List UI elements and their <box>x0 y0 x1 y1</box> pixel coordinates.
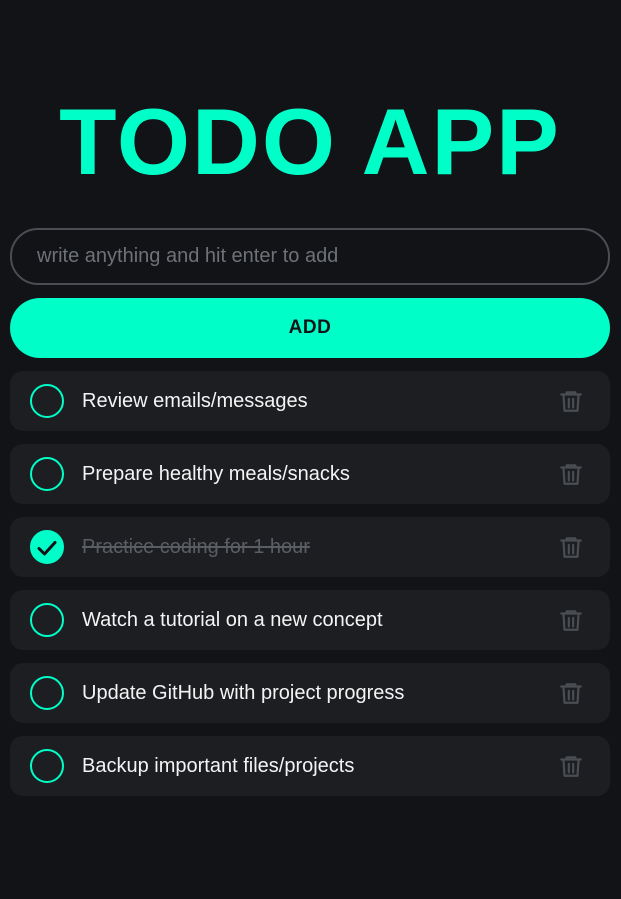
todo-item[interactable]: Watch a tutorial on a new concept <box>10 590 610 650</box>
page-title: TODO APP <box>59 89 561 194</box>
unchecked-circle-icon[interactable] <box>30 676 64 710</box>
todo-item[interactable]: Prepare healthy meals/snacks <box>10 444 610 504</box>
todo-item-label: Update GitHub with project progress <box>82 682 405 704</box>
trash-icon[interactable] <box>558 680 584 706</box>
checked-circle-icon[interactable] <box>30 530 64 564</box>
todo-item-label: Practice coding for 1 hour <box>82 536 310 558</box>
todo-list: Review emails/messages Prepare healthy me… <box>10 371 610 809</box>
trash-icon[interactable] <box>558 607 584 633</box>
unchecked-circle-icon[interactable] <box>30 749 64 783</box>
todo-item-label: Prepare healthy meals/snacks <box>82 463 350 485</box>
add-button[interactable]: ADD <box>10 298 610 358</box>
todo-input-wrapper <box>10 228 610 285</box>
todo-item[interactable]: Review emails/messages <box>10 371 610 431</box>
trash-icon[interactable] <box>558 534 584 560</box>
todo-item[interactable]: Update GitHub with project progress <box>10 663 610 723</box>
todo-item-label: Review emails/messages <box>82 390 308 412</box>
todo-item[interactable]: Practice coding for 1 hour <box>10 517 610 577</box>
unchecked-circle-icon[interactable] <box>30 603 64 637</box>
trash-icon[interactable] <box>558 753 584 779</box>
todo-item-label: Backup important files/projects <box>82 755 355 777</box>
unchecked-circle-icon[interactable] <box>30 384 64 418</box>
todo-item[interactable]: Backup important files/projects <box>10 736 610 796</box>
todo-item-label: Watch a tutorial on a new concept <box>82 609 383 631</box>
trash-icon[interactable] <box>558 388 584 414</box>
trash-icon[interactable] <box>558 461 584 487</box>
todo-input[interactable] <box>10 228 610 285</box>
unchecked-circle-icon[interactable] <box>30 457 64 491</box>
